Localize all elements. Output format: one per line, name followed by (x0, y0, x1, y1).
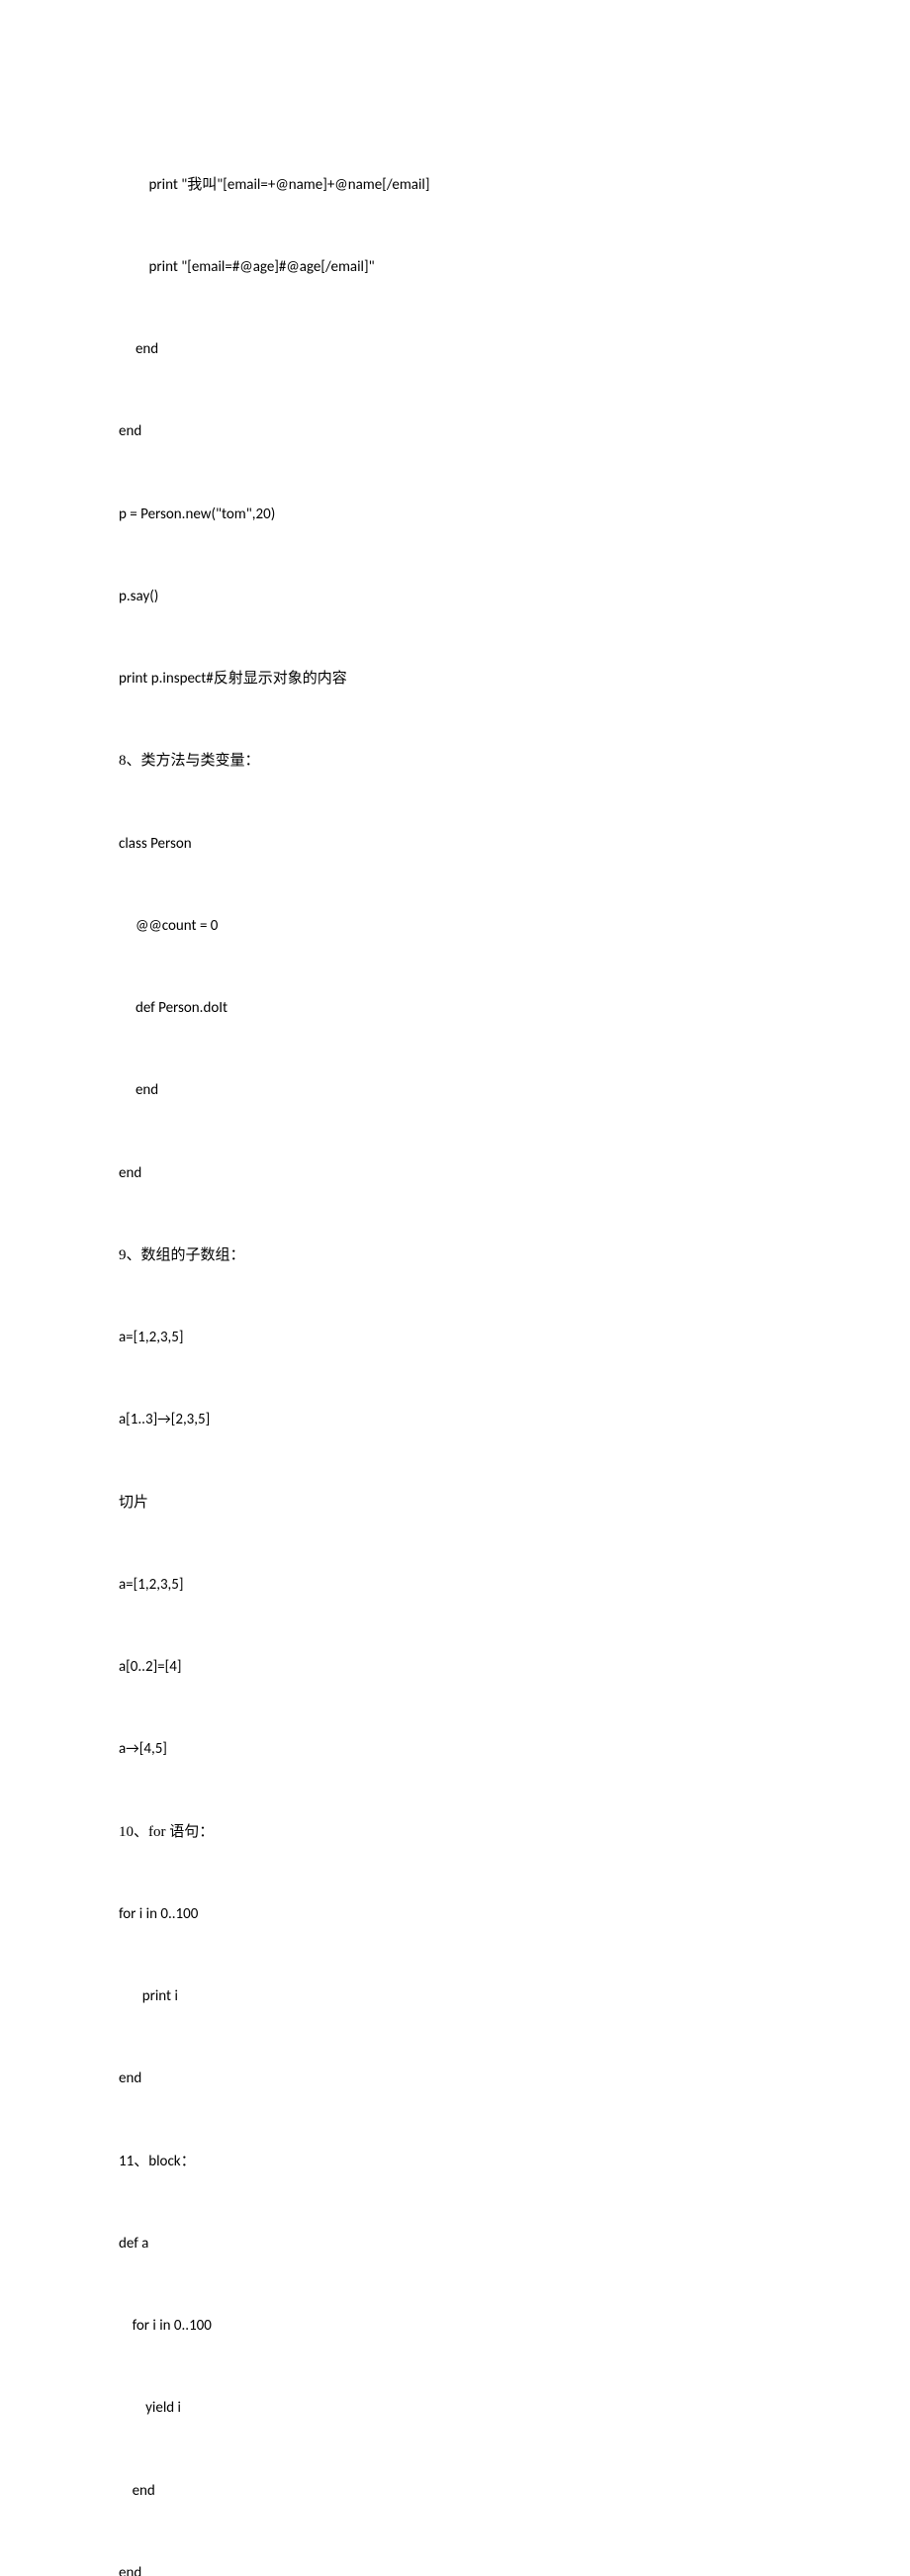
code-line: 9、数组的子数组： (119, 1242, 791, 1270)
code-line: end (119, 2066, 791, 2093)
code-line: p.say() (119, 584, 791, 611)
code-line: a[0..2]=[4] (119, 1654, 791, 1682)
code-line: end (119, 336, 791, 364)
code-line: print "[email=#@age]#@age[/email]" (119, 254, 791, 282)
code-line: yield i (119, 2395, 791, 2423)
code-line: end (119, 2478, 791, 2506)
code-line: a=[1,2,3,5] (119, 1572, 791, 1600)
code-line: print i (119, 1983, 791, 2011)
code-line: end (119, 2560, 791, 2576)
code-line: for i in 0..100 (119, 2313, 791, 2341)
code-line: a=[1,2,3,5] (119, 1325, 791, 1352)
code-line: end (119, 1160, 791, 1188)
code-line: @@count = 0 (119, 913, 791, 941)
code-line: print p.inspect#反射显示对象的内容 (119, 666, 791, 693)
code-line: def a (119, 2231, 791, 2258)
code-line: 10、for 语句： (119, 1819, 791, 1847)
code-line: a→[4,5] (119, 1736, 791, 1764)
code-line: for i in 0..100 (119, 1901, 791, 1929)
code-line: 8、类方法与类变量： (119, 748, 791, 776)
code-line: 11、block： (119, 2149, 791, 2176)
code-line: end (119, 418, 791, 446)
code-content: print "我叫"[email=+@name]+@name[/email] p… (119, 117, 791, 2576)
code-line: 切片 (119, 1490, 791, 1518)
code-line: class Person (119, 831, 791, 859)
code-line: print "我叫"[email=+@name]+@name[/email] (119, 172, 791, 200)
code-line: a[1..3]→[2,3,5] (119, 1407, 791, 1434)
code-line: def Person.doIt (119, 995, 791, 1023)
code-line: p = Person.new("tom",20) (119, 502, 791, 529)
code-line: end (119, 1077, 791, 1105)
document-page: print "我叫"[email=+@name]+@name[/email] p… (0, 0, 910, 2576)
